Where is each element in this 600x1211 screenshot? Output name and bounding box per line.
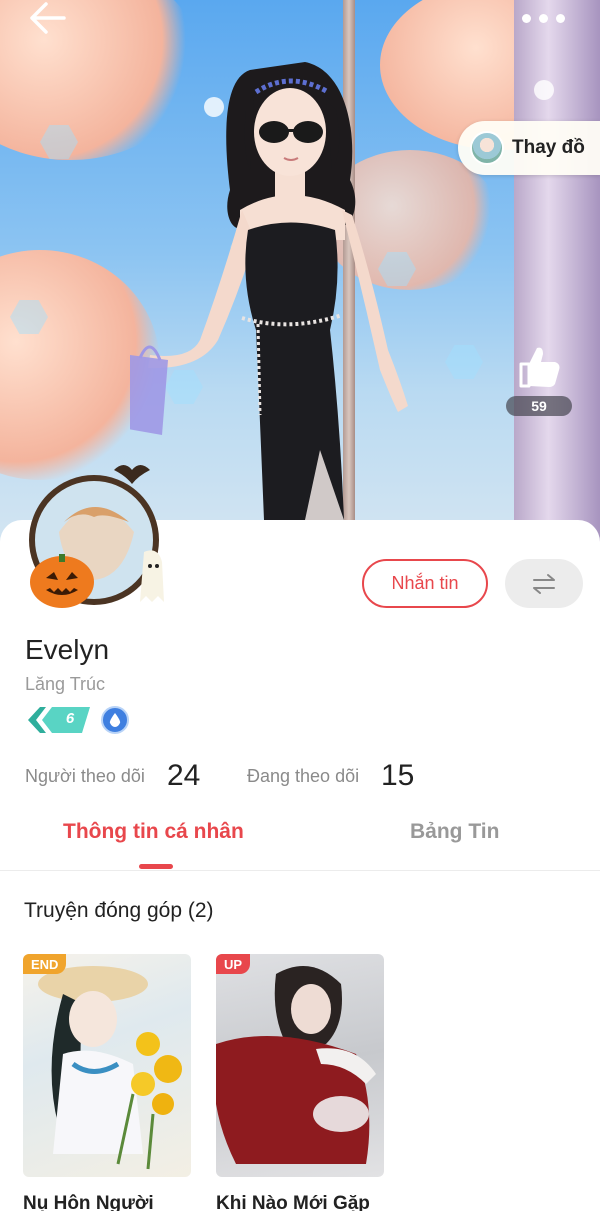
level-number: 6 [65,710,75,727]
more-options-button[interactable] [522,8,572,28]
divider [0,870,600,871]
book-status-badge: UP [216,954,251,974]
following-label: Đang theo dõi [247,766,360,786]
profile-avatar[interactable] [14,462,178,612]
back-button[interactable] [28,0,72,40]
book-status-badge: END [23,954,67,974]
sparkle [534,80,554,100]
change-outfit-button[interactable]: Thay đồ [458,121,600,175]
book-cover [216,966,376,1164]
profile-name: Evelyn [25,634,110,665]
change-outfit-label: Thay đồ [512,137,585,158]
profile-sub-name: Lăng Trúc [25,674,106,694]
tab-personal-info[interactable]: Thông tin cá nhân [63,820,244,844]
following-count[interactable]: 15 [381,759,414,793]
vip-badge [101,706,129,734]
followers-count[interactable]: 24 [167,759,200,793]
book-cover [38,966,182,1170]
bubble [445,345,483,379]
character-avatar [130,62,408,520]
followers-label: Người theo dõi [25,766,145,786]
book-card[interactable]: END [23,954,191,1177]
swap-button[interactable] [505,559,583,608]
more-dot [539,13,548,23]
swap-arrows-icon [533,573,555,594]
contributions-title: Truyện đóng góp (2) [24,899,214,922]
more-dot [556,13,565,23]
arrow-left-icon [30,2,66,34]
outfit-avatar-icon [470,131,504,165]
more-horizontal-icon [522,13,531,23]
tab-news-feed[interactable]: Bảng Tin [410,820,499,844]
pillar [514,0,600,560]
water-drop-icon [109,713,121,727]
tab-indicator [139,864,173,869]
message-button[interactable]: Nhắn tin [362,559,488,608]
thumbs-up-icon [519,347,560,388]
book-title[interactable]: Nụ Hôn Người [23,1193,191,1211]
like-count: 59 [506,396,572,416]
book-title[interactable]: Khi Nào Mới Gặp [216,1193,384,1211]
book-card[interactable]: UP [216,954,384,1177]
